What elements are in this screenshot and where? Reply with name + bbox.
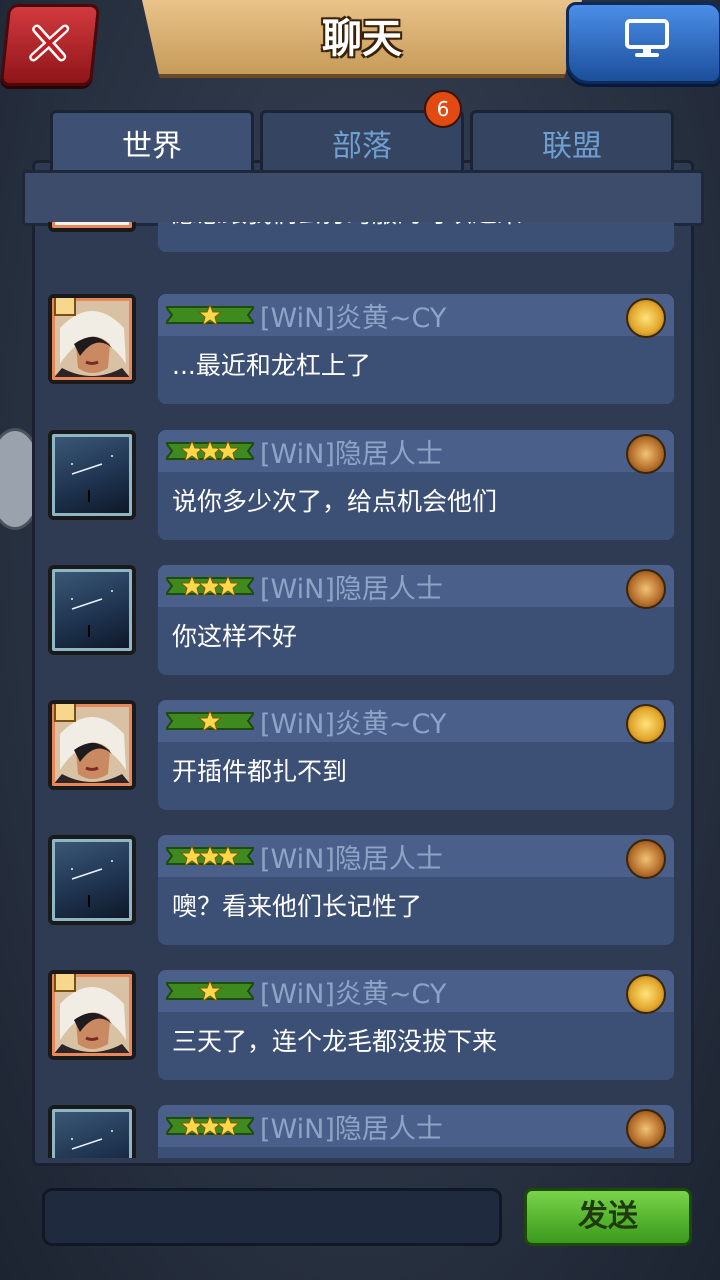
gold-rank-icon	[626, 974, 666, 1014]
list-item: [WiN]炎黄~CY 三天了，连个龙毛都没拔下来	[40, 970, 680, 1085]
night-sky-portrait-icon	[71, 590, 113, 637]
gold-rank-icon	[626, 704, 666, 744]
night-sky-portrait-icon	[71, 860, 113, 907]
message-bubble: 愿意跟我们去打跨服的可以过来	[158, 222, 674, 252]
message-text: 开插件都扎不到	[172, 757, 348, 786]
list-item: [WiN]隐居人士	[40, 1105, 680, 1158]
list-item: [WiN]隐居人士 噢？看来他们长记性了	[40, 835, 680, 950]
message-text: ...最近和龙杠上了	[172, 351, 371, 380]
list-item: 愿意跟我们去打跨服的可以过来	[40, 222, 680, 257]
avatar-night-sky[interactable]	[48, 430, 136, 520]
brown-rank-icon	[626, 434, 666, 474]
message-bubble: [WiN]隐居人士 噢？看来他们长记性了	[158, 835, 674, 945]
leader-flag-icon	[54, 974, 76, 992]
avatar-woman[interactable]	[48, 970, 136, 1060]
star-rank-ribbon-icon	[166, 1115, 254, 1137]
message-text: 愿意跟我们去打跨服的可以过来	[172, 222, 522, 230]
message-text: 说你多少次了，给点机会他们	[172, 487, 498, 516]
avatar-night-sky[interactable]	[48, 1105, 136, 1158]
brown-rank-icon	[626, 569, 666, 609]
leader-flag-icon	[54, 704, 76, 722]
star-rank-ribbon-icon	[166, 845, 254, 867]
message-bubble: [WiN]炎黄~CY ...最近和龙杠上了	[158, 294, 674, 404]
star-rank-ribbon-icon	[166, 710, 254, 732]
tab-world[interactable]: 世界	[50, 110, 254, 179]
star-rank-ribbon-icon	[166, 440, 254, 462]
message-text: 三天了，连个龙毛都没拔下来	[172, 1027, 498, 1056]
message-bubble: [WiN]隐居人士	[158, 1105, 674, 1158]
leader-flag-icon	[54, 298, 76, 316]
brown-rank-icon	[626, 839, 666, 879]
message-bubble: [WiN]隐居人士 你这样不好	[158, 565, 674, 675]
close-button[interactable]	[0, 4, 101, 86]
page-title: 聊天	[322, 16, 402, 62]
avatar-night-sky[interactable]	[48, 835, 136, 925]
brown-rank-icon	[626, 1109, 666, 1149]
sender-name[interactable]: [WiN]炎黄~CY	[260, 296, 446, 335]
sender-name[interactable]: [WiN]炎黄~CY	[260, 702, 446, 741]
close-icon	[29, 24, 70, 62]
list-item: [WiN]炎黄~CY ...最近和龙杠上了	[40, 294, 680, 409]
night-sky-portrait-icon	[71, 1130, 113, 1150]
list-item: [WiN]隐居人士 你这样不好	[40, 565, 680, 680]
send-button[interactable]: 发送	[524, 1188, 692, 1246]
night-sky-portrait-icon	[71, 455, 113, 502]
message-text: 你这样不好	[172, 622, 298, 651]
message-list[interactable]: 愿意跟我们去打跨服的可以过来 [WiN]炎黄~CY ...最近和龙杠上了	[40, 222, 680, 1158]
message-text: 噢？看来他们长记性了	[172, 892, 423, 921]
avatar-portrait-empty[interactable]	[48, 222, 136, 232]
star-rank-ribbon-icon	[166, 980, 254, 1002]
message-bubble: [WiN]炎黄~CY 开插件都扎不到	[158, 700, 674, 810]
message-bubble: [WiN]炎黄~CY 三天了，连个龙毛都没拔下来	[158, 970, 674, 1080]
display-toggle-button[interactable]	[566, 2, 720, 84]
tabs-bar	[22, 170, 704, 226]
sender-name[interactable]: [WiN]隐居人士	[260, 432, 443, 471]
message-bubble: [WiN]隐居人士 说你多少次了，给点机会他们	[158, 430, 674, 540]
monitor-icon	[625, 19, 669, 57]
gold-rank-icon	[626, 298, 666, 338]
sender-name[interactable]: [WiN]隐居人士	[260, 837, 443, 876]
chat-input[interactable]	[42, 1188, 502, 1246]
star-rank-ribbon-icon	[166, 304, 254, 326]
tribe-unread-badge: 6	[424, 90, 462, 128]
list-item: [WiN]炎黄~CY 开插件都扎不到	[40, 700, 680, 815]
avatar-woman[interactable]	[48, 700, 136, 790]
avatar-night-sky[interactable]	[48, 565, 136, 655]
avatar-woman[interactable]	[48, 294, 136, 384]
sender-name[interactable]: [WiN]隐居人士	[260, 567, 443, 606]
sender-name[interactable]: [WiN]炎黄~CY	[260, 972, 446, 1011]
sender-name[interactable]: [WiN]隐居人士	[260, 1107, 443, 1146]
list-item: [WiN]隐居人士 说你多少次了，给点机会他们	[40, 430, 680, 545]
star-rank-ribbon-icon	[166, 575, 254, 597]
tab-alliance[interactable]: 联盟	[470, 110, 674, 175]
